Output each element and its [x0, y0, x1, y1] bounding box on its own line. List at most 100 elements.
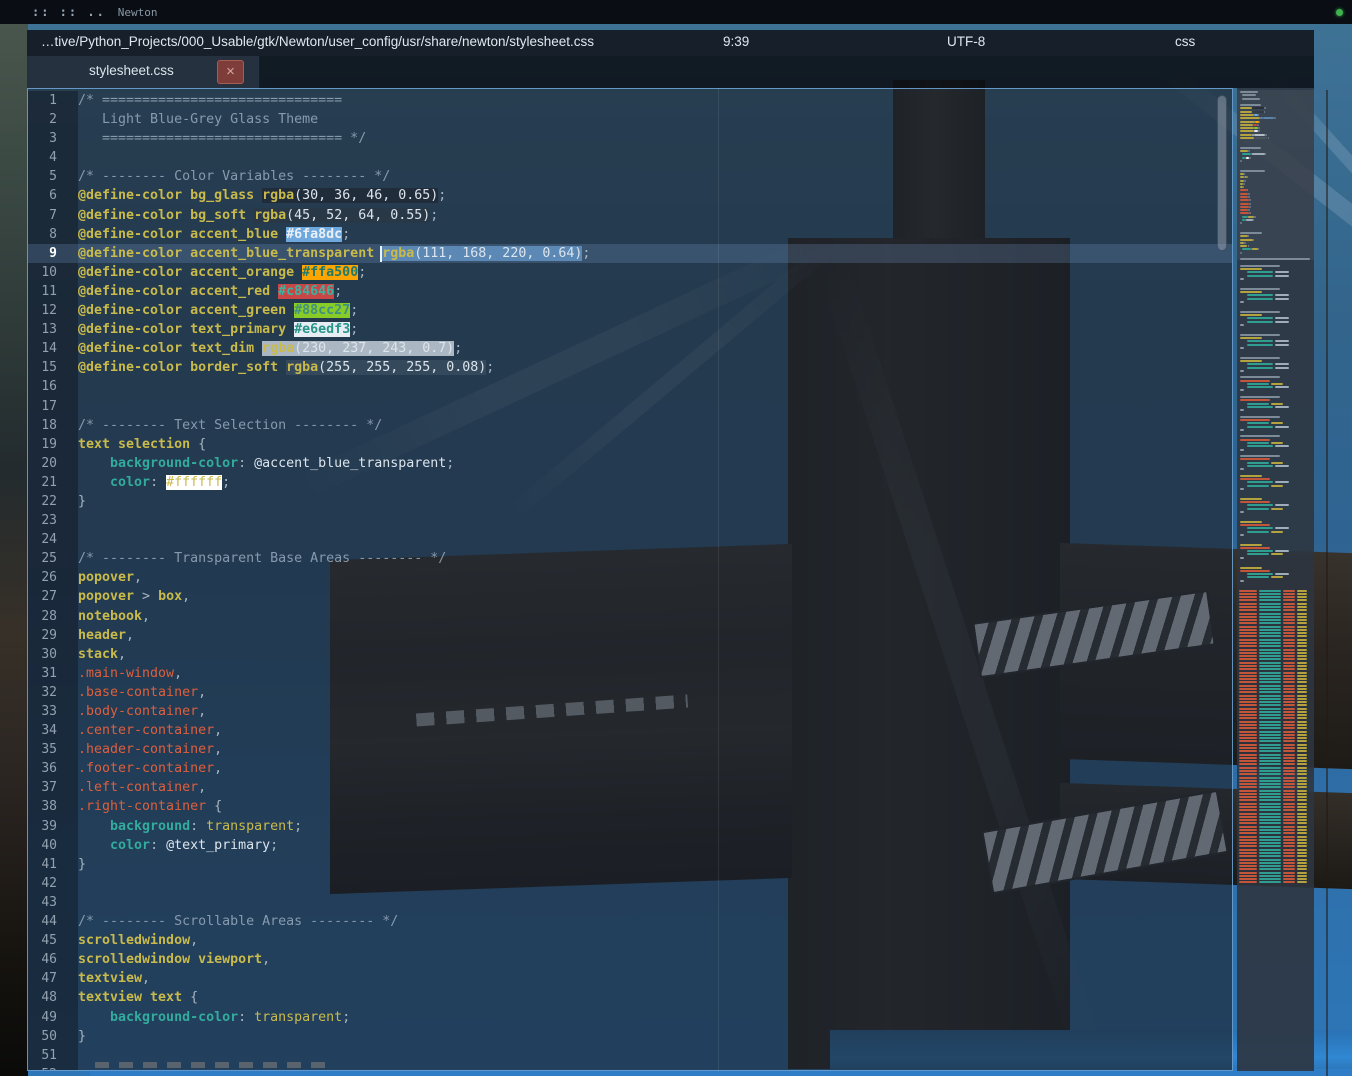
code-line[interactable]: }	[78, 855, 1232, 874]
code-line[interactable]: - - - - - - - - - - - - - - - - - - - - …	[78, 1065, 1232, 1070]
code-line[interactable]: @define-color accent_blue #6fa8dc;	[78, 225, 1232, 244]
tab-close-button[interactable]: ×	[217, 60, 244, 84]
code-line[interactable]: textview text {	[78, 988, 1232, 1007]
line-number: 12	[28, 301, 78, 320]
line-number: 6	[28, 186, 78, 205]
code-line[interactable]: /* ==============================	[78, 91, 1232, 110]
code-line[interactable]	[78, 1046, 1232, 1065]
code-line[interactable]: background: transparent;	[78, 817, 1232, 836]
line-number: 31	[28, 664, 78, 683]
line-number: 10	[28, 263, 78, 282]
text-caret	[380, 246, 382, 262]
code-line[interactable]: ============================== */	[78, 129, 1232, 148]
code-line[interactable]: scrolledwindow viewport,	[78, 950, 1232, 969]
line-number: 46	[28, 950, 78, 969]
editor-vertical-scrollbar[interactable]	[1217, 95, 1227, 251]
code-line[interactable]: text selection {	[78, 435, 1232, 454]
line-number: 28	[28, 607, 78, 626]
code-line[interactable]: popover > box,	[78, 587, 1232, 606]
close-icon: ×	[226, 63, 235, 80]
line-number: 51	[28, 1046, 78, 1065]
line-number: 25	[28, 549, 78, 568]
code-line[interactable]: textview,	[78, 969, 1232, 988]
line-number: 37	[28, 778, 78, 797]
line-number: 50	[28, 1027, 78, 1046]
code-line[interactable]: scrolledwindow,	[78, 931, 1232, 950]
code-line[interactable]: .base-container,	[78, 683, 1232, 702]
code-line[interactable]: .header-container,	[78, 740, 1232, 759]
code-area[interactable]: /* ============================== Light …	[78, 91, 1232, 1070]
encoding-indicator[interactable]: UTF-8	[947, 34, 985, 49]
code-line[interactable]: .center-container,	[78, 721, 1232, 740]
line-number: 9	[28, 244, 78, 263]
line-number: 44	[28, 912, 78, 931]
code-line[interactable]: Light Blue-Grey Glass Theme	[78, 110, 1232, 129]
code-line[interactable]: background-color: @accent_blue_transpare…	[78, 454, 1232, 473]
line-number: 43	[28, 893, 78, 912]
code-line[interactable]: @define-color bg_glass rgba(30, 36, 46, …	[78, 186, 1232, 205]
code-line[interactable]: @define-color accent_orange #ffa500;	[78, 263, 1232, 282]
tab-stylesheet[interactable]: stylesheet.css ×	[27, 56, 260, 88]
code-line[interactable]	[78, 148, 1232, 167]
app-title: Newton	[118, 6, 158, 19]
code-line[interactable]: notebook,	[78, 607, 1232, 626]
code-line[interactable]: header,	[78, 626, 1232, 645]
code-line[interactable]: @define-color text_dim rgba(230, 237, 24…	[78, 339, 1232, 358]
tab-label: stylesheet.css	[89, 63, 174, 78]
line-number: 15	[28, 358, 78, 377]
language-indicator[interactable]: css	[1175, 34, 1195, 49]
code-line[interactable]: }	[78, 1027, 1232, 1046]
line-number: 18	[28, 416, 78, 435]
code-line[interactable]: @define-color accent_blue_transparent rg…	[78, 244, 1232, 263]
line-number: 2	[28, 110, 78, 129]
code-line[interactable]	[78, 530, 1232, 549]
editor-window: …tive/Python_Projects/000_Usable/gtk/New…	[27, 30, 1314, 1071]
code-line[interactable]: /* -------- Scrollable Areas -------- */	[78, 912, 1232, 931]
code-line[interactable]: background-color: transparent;	[78, 1008, 1232, 1027]
code-line[interactable]: /* -------- Text Selection -------- */	[78, 416, 1232, 435]
line-number: 38	[28, 797, 78, 816]
right-margin-line	[718, 88, 719, 1071]
line-number: 11	[28, 282, 78, 301]
code-line[interactable]: .body-container,	[78, 702, 1232, 721]
code-line[interactable]: .right-container {	[78, 797, 1232, 816]
line-number: 34	[28, 721, 78, 740]
code-line[interactable]: @define-color text_primary #e6edf3;	[78, 320, 1232, 339]
line-number: 20	[28, 454, 78, 473]
code-line[interactable]: .left-container,	[78, 778, 1232, 797]
code-line[interactable]: popover,	[78, 568, 1232, 587]
code-line[interactable]: }	[78, 492, 1232, 511]
line-number: 8	[28, 225, 78, 244]
code-line[interactable]: @define-color bg_soft rgba(45, 52, 64, 0…	[78, 206, 1232, 225]
line-number: 41	[28, 855, 78, 874]
code-line[interactable]: .main-window,	[78, 664, 1232, 683]
code-line[interactable]: /* -------- Transparent Base Areas -----…	[78, 549, 1232, 568]
code-line[interactable]: @define-color accent_green #88cc27;	[78, 301, 1232, 320]
code-line[interactable]	[78, 874, 1232, 893]
titlebar[interactable]: :: :: .. Newton	[0, 0, 1352, 24]
code-line[interactable]	[78, 397, 1232, 416]
code-line[interactable]: color: #ffffff;	[78, 473, 1232, 492]
code-line[interactable]: @define-color border_soft rgba(255, 255,…	[78, 358, 1232, 377]
code-line[interactable]: .footer-container,	[78, 759, 1232, 778]
wallpaper-structure-line	[1326, 90, 1328, 1076]
line-number: 40	[28, 836, 78, 855]
line-number: 5	[28, 167, 78, 186]
code-line[interactable]	[78, 511, 1232, 530]
code-line[interactable]	[78, 377, 1232, 396]
text-editor[interactable]: 1234567891011121314151617181920212223242…	[27, 88, 1233, 1071]
code-line[interactable]: /* -------- Color Variables -------- */	[78, 167, 1232, 186]
line-number: 26	[28, 568, 78, 587]
minimap[interactable]	[1237, 88, 1314, 1071]
code-line[interactable]	[78, 893, 1232, 912]
line-number: 47	[28, 969, 78, 988]
line-number: 4	[28, 148, 78, 167]
code-line[interactable]: color: @text_primary;	[78, 836, 1232, 855]
line-number: 19	[28, 435, 78, 454]
cursor-position: 9:39	[723, 34, 749, 49]
code-line[interactable]: @define-color accent_red #c84646;	[78, 282, 1232, 301]
code-line[interactable]: stack,	[78, 645, 1232, 664]
line-number: 16	[28, 377, 78, 396]
tab-bar: stylesheet.css ×	[27, 56, 1314, 88]
line-number: 27	[28, 587, 78, 606]
